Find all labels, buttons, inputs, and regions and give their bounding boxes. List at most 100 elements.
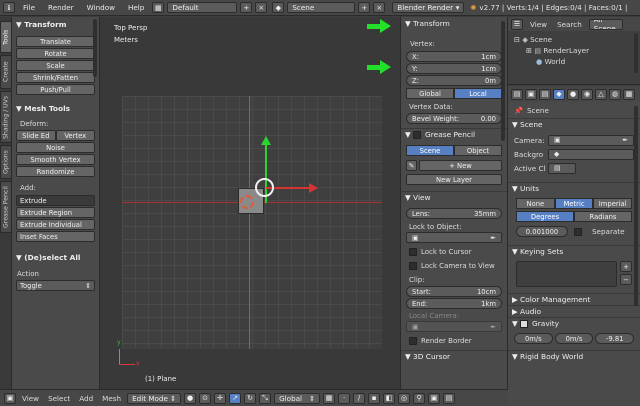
transform-panel-header[interactable]: ▼ Transform — [12, 18, 99, 30]
pivot-point-icon[interactable]: ⊙ — [199, 392, 212, 404]
action-select[interactable]: Toggle ⇕ — [16, 280, 95, 291]
units-section-header[interactable]: ▼ Units — [508, 182, 640, 194]
vertex-y-field[interactable]: Y: 1cm — [406, 63, 502, 74]
mesh-tools-panel-header[interactable]: ▼ Mesh Tools — [12, 102, 99, 114]
slide-edge-button[interactable]: Slide Ed — [16, 130, 56, 141]
world-tab-icon[interactable]: ● — [567, 88, 579, 100]
view-menu[interactable]: View — [19, 394, 42, 403]
extrude-individual-button[interactable]: Extrude Individual — [16, 219, 95, 230]
keying-sets-list[interactable] — [516, 261, 617, 287]
render-icon[interactable]: ▣ — [428, 392, 441, 404]
3d-viewport[interactable]: Top Persp Meters y x (1) Plane — [100, 17, 401, 389]
editor-type-icon[interactable]: ℹ — [3, 2, 15, 13]
vertex-z-field[interactable]: Z: 0m — [406, 75, 502, 86]
renderlayer-tab-icon[interactable]: ▤ — [539, 88, 551, 100]
outliner-type-icon[interactable]: ☰ — [511, 18, 523, 30]
x-arrow-icon[interactable] — [309, 183, 318, 193]
scene-icon[interactable]: ◆ — [272, 2, 285, 13]
unit-none-button[interactable]: None — [516, 198, 555, 209]
layout-icon[interactable]: ▦ — [152, 2, 165, 13]
menu-help[interactable]: Help — [123, 3, 149, 12]
extrude-region-button[interactable]: Extrude Region — [16, 207, 95, 218]
gp-object-button[interactable]: Object — [454, 145, 502, 156]
gravity-section-header[interactable]: ▼ Gravity — [508, 317, 640, 329]
properties-scrollbar[interactable] — [501, 21, 505, 141]
clip-end-field[interactable]: End: 1km — [406, 298, 502, 309]
mode-select[interactable]: Edit Mode ⇕ — [127, 392, 182, 404]
properties-type-icon[interactable]: ▤ — [511, 88, 523, 100]
material-tab-icon[interactable]: ◍ — [609, 88, 621, 100]
remove-layout-button[interactable]: × — [255, 2, 268, 13]
edge-select-icon[interactable]: / — [353, 392, 366, 404]
tab-shading-uvs[interactable]: Shading / UVs — [0, 91, 12, 143]
push-pull-button[interactable]: Push/Pull — [16, 84, 95, 95]
bevel-weight-field[interactable]: Bevel Weight: 0.00 — [406, 113, 502, 124]
clip-start-field[interactable]: Start: 10cm — [406, 286, 502, 297]
shrink-fatten-button[interactable]: Shrink/Fatten — [16, 72, 95, 83]
global-space-button[interactable]: Global — [406, 88, 454, 99]
face-select-icon[interactable]: ▪ — [368, 392, 381, 404]
remove-scene-button[interactable]: × — [373, 2, 386, 13]
outliner-item-renderlayer[interactable]: ⊞ ▤ RenderLayer — [514, 45, 640, 56]
3d-cursor-section-header[interactable]: ▼ 3D Cursor — [401, 350, 507, 362]
eyedropper-icon[interactable]: ✒ — [490, 234, 496, 242]
proportional-edit-icon[interactable]: ◎ — [398, 392, 411, 404]
outliner-scrollbar[interactable] — [634, 33, 638, 73]
gravity-z-field[interactable]: -9.81 — [595, 333, 635, 344]
rigid-body-section-header[interactable]: ▼ Rigid Body World — [508, 350, 640, 362]
object-tab-icon[interactable]: ◉ — [581, 88, 593, 100]
background-scene-field[interactable]: ◆ — [548, 148, 634, 160]
mesh-menu[interactable]: Mesh — [99, 394, 124, 403]
unit-scale-field[interactable]: 0.001000 — [516, 226, 568, 237]
color-management-section-header[interactable]: ▶ Color Management — [508, 293, 640, 305]
render-border-row[interactable]: Render Border — [401, 336, 507, 346]
pencil-icon[interactable]: ✎ — [406, 160, 417, 171]
menu-render[interactable]: Render — [43, 3, 79, 12]
add-scene-button[interactable]: + — [358, 2, 371, 13]
scale-manipulator-icon[interactable]: ⤡ — [259, 392, 272, 404]
vertex-select-icon[interactable]: · — [338, 392, 351, 404]
scale-button[interactable]: Scale — [16, 60, 95, 71]
lock-cursor-checkbox[interactable] — [409, 248, 417, 256]
view-section-header[interactable]: ▼ View — [401, 191, 507, 203]
pin-icon[interactable]: 📌 — [514, 106, 523, 115]
screen-layout-select[interactable]: Default — [167, 2, 238, 13]
lens-field[interactable]: Lens: 35mm — [406, 208, 502, 219]
gp-new-button[interactable]: + New — [419, 160, 502, 171]
outliner-item-scene[interactable]: ⊟ ◆ Scene — [514, 34, 640, 45]
lock-object-field[interactable]: ▣ ✒ — [406, 232, 502, 243]
randomize-button[interactable]: Randomize — [16, 166, 95, 177]
translate-button[interactable]: Translate — [16, 36, 95, 47]
noise-button[interactable]: Noise — [16, 142, 95, 153]
active-clip-field[interactable]: ▤ — [548, 162, 576, 174]
separate-units-checkbox[interactable] — [574, 227, 582, 236]
manipulator-center-circle[interactable] — [255, 178, 274, 197]
lock-camera-checkbox[interactable] — [409, 262, 417, 270]
keying-sets-section-header[interactable]: ▼ Keying Sets — [508, 245, 640, 257]
tab-options[interactable]: Options — [0, 145, 12, 179]
tab-create[interactable]: Create — [0, 55, 12, 89]
expand-icon[interactable]: ⊞ — [526, 46, 532, 55]
scene-select[interactable]: Scene — [287, 2, 356, 13]
audio-section-header[interactable]: ▶ Audio — [508, 305, 640, 317]
lock-cursor-row[interactable]: Lock to Cursor — [401, 247, 507, 257]
degrees-button[interactable]: Degrees — [516, 211, 574, 222]
gravity-y-field[interactable]: 0m/s — [554, 333, 594, 344]
collapse-icon[interactable]: ⊟ — [514, 35, 520, 44]
texture-tab-icon[interactable]: ▦ — [623, 88, 635, 100]
remove-keying-set-button[interactable]: − — [620, 274, 632, 285]
extrude-button[interactable]: Extrude — [16, 195, 95, 206]
y-arrow-icon[interactable] — [261, 136, 271, 145]
render-tab-icon[interactable]: ▣ — [525, 88, 537, 100]
limit-selection-icon[interactable]: ◧ — [383, 392, 396, 404]
orientation-select[interactable]: Global ⇕ — [274, 392, 321, 404]
manipulator-toggle-icon[interactable]: ✛ — [214, 392, 227, 404]
smooth-vertex-button[interactable]: Smooth Vertex — [16, 154, 95, 165]
scene-section-header[interactable]: ▼ Scene — [508, 118, 640, 130]
local-space-button[interactable]: Local — [454, 88, 502, 99]
tab-tools[interactable]: Tools — [0, 21, 12, 53]
transform-section-header[interactable]: ▼ Transform — [401, 17, 507, 29]
lock-camera-row[interactable]: Lock Camera to View — [401, 261, 507, 271]
scene-tab-icon[interactable]: ◆ — [553, 88, 565, 100]
slide-vertex-button[interactable]: Vertex — [55, 130, 95, 141]
